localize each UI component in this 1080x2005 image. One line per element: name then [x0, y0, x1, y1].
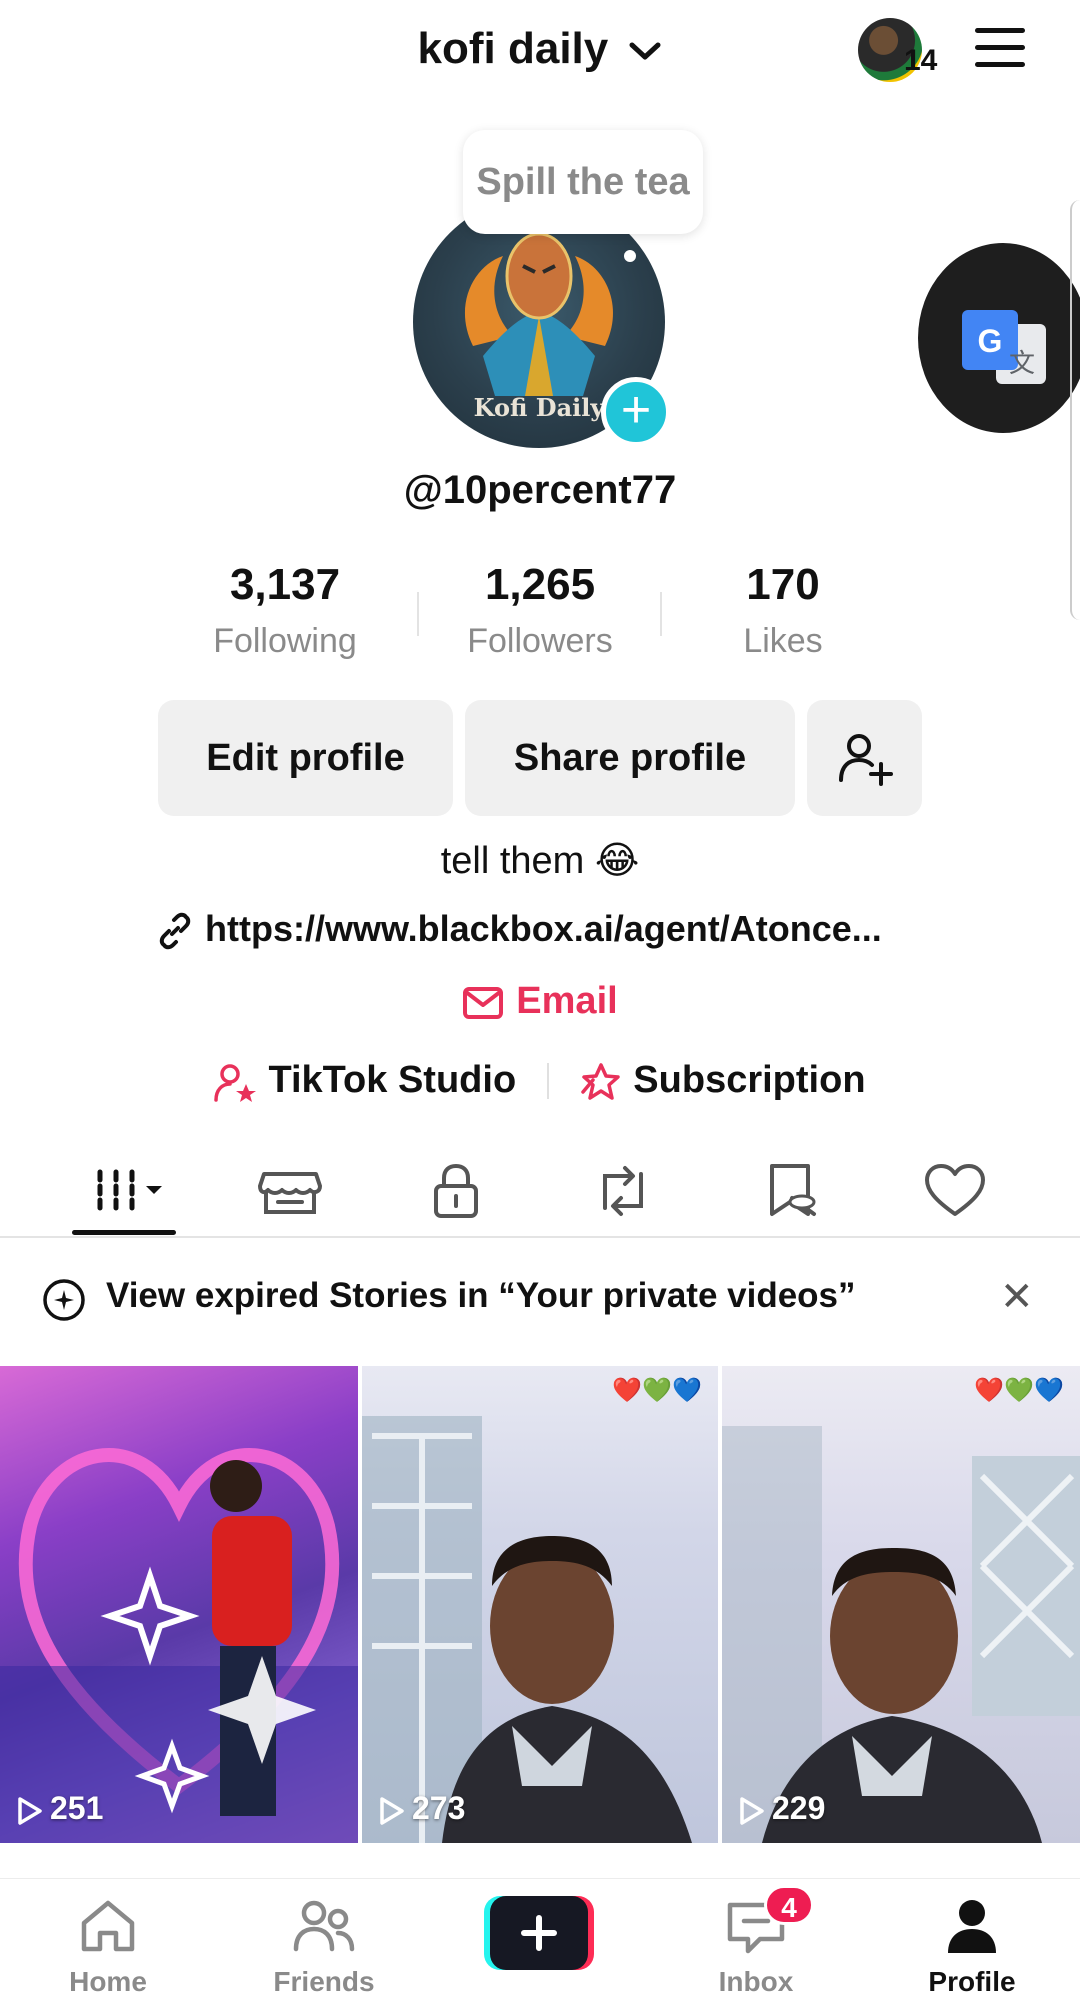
- hearts-emoji: ❤️💚💙: [974, 1377, 1064, 1404]
- hearts-emoji: ❤️💚💙: [612, 1377, 702, 1404]
- video-3-artwork: [722, 1426, 1080, 1843]
- svg-text:G: G: [978, 323, 1003, 359]
- note-bubble[interactable]: Spill the tea: [463, 130, 703, 234]
- bio-text: tell them 😂: [440, 840, 640, 882]
- nav-inbox[interactable]: Inbox: [666, 1897, 846, 1998]
- grid-icon: [97, 1169, 162, 1211]
- video-1-artwork: [0, 1448, 358, 1843]
- play-icon: [380, 1796, 404, 1825]
- nav-inbox-label: Inbox: [718, 1966, 794, 1997]
- stat-followers[interactable]: 1,265 Followers: [430, 560, 650, 661]
- stat-likes[interactable]: 170 Likes: [673, 560, 893, 661]
- nav-friends-label: Friends: [273, 1966, 375, 1997]
- profile-icon: [948, 1900, 996, 1953]
- subscription-star-icon: [581, 1063, 621, 1101]
- add-photo-button[interactable]: +: [601, 377, 671, 447]
- following-count: 3,137: [229, 560, 341, 609]
- tab-liked[interactable]: [915, 1158, 995, 1224]
- share-profile-button[interactable]: Share profile: [465, 700, 795, 816]
- followers-count: 1,265: [484, 560, 596, 609]
- view-count: 251: [16, 1790, 103, 1827]
- notification-count: 14: [904, 44, 938, 77]
- banner-text: View expired Stories in “Your private vi…: [106, 1276, 856, 1315]
- tab-videos[interactable]: [94, 1158, 174, 1224]
- nav-home[interactable]: Home: [18, 1897, 198, 1998]
- active-tab-indicator: [72, 1230, 176, 1235]
- stat-divider: [660, 592, 662, 636]
- top-bar: kofi daily 14: [0, 0, 1080, 110]
- create-button[interactable]: [484, 1896, 594, 1970]
- nav-profile-label: Profile: [928, 1966, 1016, 1997]
- expired-stories-banner[interactable]: View expired Stories in “Your private vi…: [0, 1266, 1080, 1336]
- username: @10percent77: [403, 468, 677, 512]
- creator-tools-row: TikTok Studio Subscription: [0, 1058, 1080, 1103]
- subscription-link[interactable]: Subscription: [579, 1059, 866, 1102]
- translate-icon: G 文: [960, 308, 1050, 398]
- tab-shop[interactable]: [250, 1158, 330, 1224]
- heart-icon: [925, 1164, 985, 1216]
- email-label: Email: [516, 980, 618, 1022]
- content-tabs: [0, 1148, 1080, 1238]
- email-button[interactable]: Email: [0, 980, 1080, 1023]
- link-text: https://www.blackbox.ai/agent/Atonce...: [205, 908, 882, 949]
- tab-favorites[interactable]: [752, 1158, 832, 1224]
- edit-profile-button[interactable]: Edit profile: [158, 700, 453, 816]
- mail-icon: [463, 986, 504, 1019]
- video-thumbnail[interactable]: ❤️💚💙 229: [722, 1366, 1080, 1843]
- likes-label: Likes: [743, 622, 823, 660]
- home-icon: [81, 1900, 135, 1952]
- view-count: 229: [738, 1790, 825, 1827]
- play-icon: [740, 1796, 764, 1825]
- friends-icon: [293, 1900, 355, 1952]
- close-icon[interactable]: ✕: [1000, 1274, 1034, 1320]
- bio-link[interactable]: https://www.blackbox.ai/agent/Atonce...: [155, 908, 915, 951]
- following-label: Following: [213, 622, 357, 660]
- followers-label: Followers: [467, 622, 613, 660]
- studio-icon: [214, 1064, 257, 1103]
- nav-home-label: Home: [69, 1966, 147, 1997]
- link-icon: [159, 913, 191, 950]
- add-person-icon: [838, 734, 893, 786]
- studio-label: TikTok Studio: [268, 1059, 517, 1102]
- bubble-tail: [624, 250, 636, 262]
- screen-edge: [1070, 200, 1080, 620]
- tab-reposts[interactable]: [583, 1158, 663, 1224]
- stat-following[interactable]: 3,137 Following: [175, 560, 395, 661]
- view-count: 273: [378, 1790, 465, 1827]
- play-icon: [18, 1796, 42, 1825]
- story-sparkle-icon: [43, 1279, 85, 1321]
- plus-icon: [484, 1896, 594, 1970]
- lock-icon: [434, 1163, 478, 1218]
- likes-count: 170: [746, 560, 820, 609]
- tabs-divider: [0, 1236, 1080, 1238]
- menu-icon[interactable]: [975, 28, 1025, 68]
- add-friends-button[interactable]: [807, 700, 922, 816]
- profile-stats: 3,137 Following 1,265 Followers 170 Like…: [175, 560, 905, 670]
- video-thumbnail[interactable]: 251: [0, 1366, 358, 1843]
- shop-icon: [258, 1172, 322, 1214]
- tab-private[interactable]: [416, 1158, 496, 1224]
- subscription-label: Subscription: [633, 1059, 866, 1102]
- video-thumbnail[interactable]: ❤️💚💙 273: [362, 1366, 718, 1843]
- stat-divider: [417, 592, 419, 636]
- video-2-artwork: [362, 1416, 692, 1843]
- svg-text:文: 文: [1009, 349, 1035, 379]
- nav-profile[interactable]: Profile: [882, 1897, 1062, 1998]
- account-name: kofi daily: [417, 24, 609, 74]
- bookmark-hidden-icon: [770, 1164, 816, 1216]
- tiktok-studio-link[interactable]: TikTok Studio: [214, 1059, 517, 1103]
- chevron-down-icon: [628, 24, 662, 74]
- inbox-badge: 4: [764, 1885, 814, 1925]
- divider: [546, 1062, 549, 1099]
- repost-icon: [603, 1166, 643, 1216]
- nav-friends[interactable]: Friends: [234, 1897, 414, 1998]
